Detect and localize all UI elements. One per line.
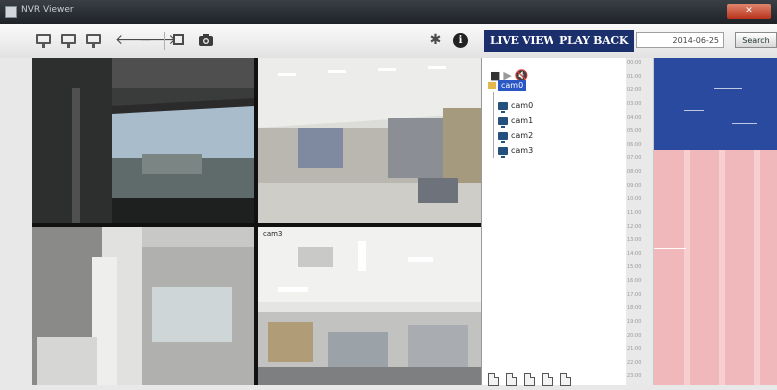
camera-icon[interactable] — [198, 33, 213, 48]
video-cell-1[interactable] — [32, 58, 254, 223]
folder-icon[interactable] — [173, 34, 184, 45]
timeline-cursor[interactable] — [654, 248, 686, 249]
camera-tree-panel: ■ ▶ 🔇 cam0 cam0 cam1 cam2 cam3 — [481, 58, 627, 386]
time-label: 23:00 — [627, 373, 642, 380]
time-label: 14:00 — [627, 250, 642, 257]
tree-footer — [488, 371, 578, 386]
tree-root[interactable]: cam0 — [488, 80, 527, 91]
settings-icon[interactable]: ✱ — [428, 33, 443, 48]
video-cell-4[interactable]: cam3 — [258, 227, 481, 385]
time-label: 17:00 — [627, 291, 642, 298]
doc-icon[interactable] — [506, 373, 517, 386]
doc-icon[interactable] — [542, 373, 553, 386]
time-label: 18:00 — [627, 305, 642, 312]
toolbar: 🡐 🡒 ✱ i LIVE VIEW PLAY BACK 2014-06-25 S… — [0, 24, 777, 59]
monitor-icon — [498, 116, 508, 128]
timeline-strip — [719, 150, 725, 385]
time-label: 05:00 — [627, 128, 642, 135]
window-title: NVR Viewer — [21, 5, 74, 15]
timeline-strip — [754, 150, 760, 385]
time-label: 04:00 — [627, 114, 642, 121]
tree-item-cam2[interactable]: cam2 — [498, 130, 534, 143]
tab-play-back[interactable]: PLAY BACK — [553, 30, 635, 52]
info-icon[interactable]: i — [453, 33, 468, 48]
time-label: 13:00 — [627, 237, 642, 244]
tree-item-cam3[interactable]: cam3 — [498, 145, 534, 158]
app-icon — [5, 6, 17, 18]
time-label: 22:00 — [627, 359, 642, 366]
time-label: 19:00 — [627, 318, 642, 325]
time-label: 02:00 — [627, 87, 642, 94]
tree-item-label: cam2 — [511, 131, 534, 140]
tree-root-label: cam0 — [498, 80, 527, 91]
close-button[interactable]: ✕ — [727, 4, 771, 19]
left-margin — [0, 58, 32, 385]
monitor-icon — [498, 146, 508, 158]
time-label: 01:00 — [627, 73, 642, 80]
doc-icon[interactable] — [524, 373, 535, 386]
toolbar-separator — [164, 32, 165, 50]
time-label: 21:00 — [627, 346, 642, 353]
cam-label: cam3 — [263, 230, 283, 238]
time-label: 07:00 — [627, 155, 642, 162]
timeline-tick — [714, 88, 742, 89]
doc-icon[interactable] — [488, 373, 499, 386]
monitor-icon — [498, 101, 508, 113]
recorded-segment[interactable] — [654, 58, 777, 150]
time-label: 09:00 — [627, 182, 642, 189]
title-bar: NVR Viewer ✕ — [0, 0, 777, 24]
time-label: 10:00 — [627, 196, 642, 203]
monitor-icon[interactable] — [61, 34, 76, 48]
folder-icon — [488, 82, 496, 89]
forward-arrow-icon[interactable]: 🡒 — [139, 33, 177, 48]
monitor-icon[interactable] — [36, 34, 51, 48]
time-label: 15:00 — [627, 264, 642, 271]
tree-item-label: cam3 — [511, 146, 534, 155]
video-grid: cam3 — [32, 58, 481, 385]
time-label: 12:00 — [627, 223, 642, 230]
tab-live-view[interactable]: LIVE VIEW — [484, 30, 562, 52]
tree-item-cam1[interactable]: cam1 — [498, 115, 534, 128]
time-label: 03:00 — [627, 100, 642, 107]
timeline-tick — [732, 123, 757, 124]
search-button[interactable]: Search — [735, 32, 777, 48]
timeline-strip — [684, 150, 690, 385]
doc-icon[interactable] — [560, 373, 571, 386]
monitor-icon[interactable] — [86, 34, 101, 48]
video-cell-3[interactable] — [32, 227, 254, 385]
monitor-icon — [498, 131, 508, 143]
back-arrow-icon[interactable]: 🡐 — [115, 33, 153, 48]
tree-item-cam0[interactable]: cam0 — [498, 100, 534, 113]
date-field[interactable]: 2014-06-25 — [636, 32, 724, 48]
video-cell-2[interactable] — [258, 58, 481, 223]
time-label: 16:00 — [627, 278, 642, 284]
time-label: 08:00 — [627, 169, 642, 175]
playback-controls: ■ ▶ 🔇 — [490, 64, 532, 82]
time-label: 00:00 — [627, 60, 642, 66]
time-label: 06:00 — [627, 141, 642, 148]
tree-item-label: cam1 — [511, 116, 534, 125]
time-axis: 00:00 01:00 02:00 03:00 04:00 05:00 06:00 07:00… — [626, 58, 654, 385]
timeline[interactable]: 00:00 01:00 02:00 03:00 04:00 05:00 06:00 07:00… — [626, 58, 777, 385]
time-label: 11:00 — [627, 209, 642, 216]
tree-item-label: cam0 — [511, 101, 534, 110]
tree-connector — [493, 92, 494, 158]
timeline-tick — [684, 110, 704, 111]
time-label: 20:00 — [627, 332, 642, 339]
